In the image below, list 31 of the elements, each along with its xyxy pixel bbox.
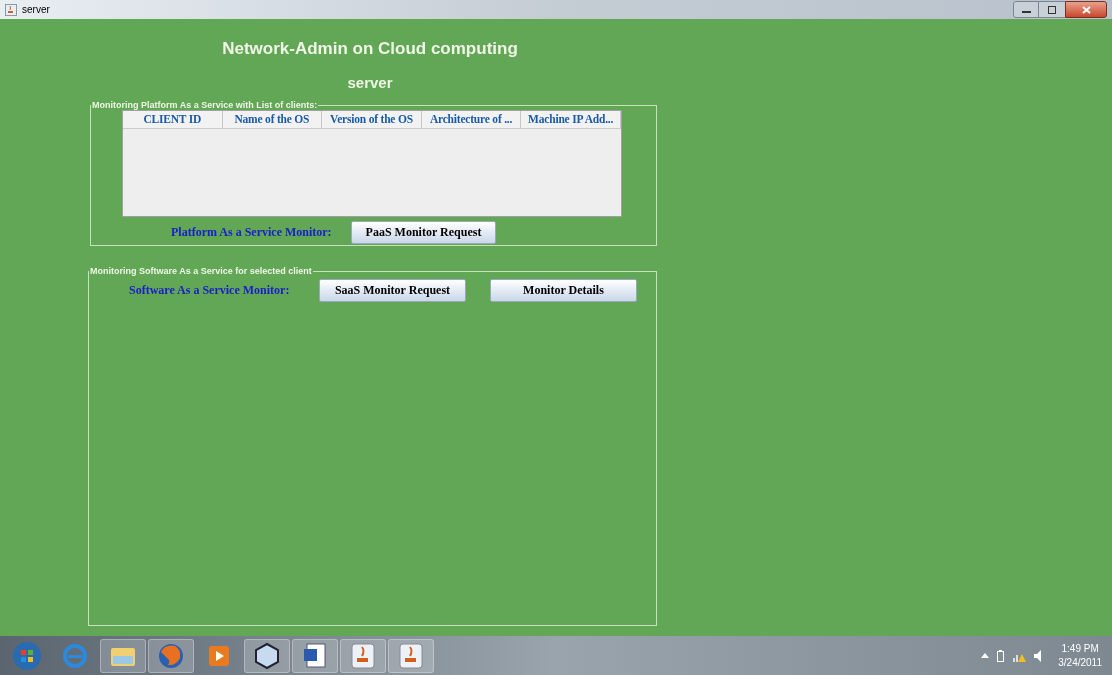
- column-header[interactable]: Name of the OS: [222, 110, 323, 128]
- folder-icon[interactable]: [100, 638, 146, 673]
- monitor-label: Platform As a Service Monitor:: [171, 224, 333, 241]
- coffee-cup-icon[interactable]: [388, 638, 434, 673]
- monitor-button[interactable]: Monitor Details: [490, 278, 637, 302]
- restore-button[interactable]: [1039, 1, 1065, 18]
- clock-date: 3/24/2011: [1058, 655, 1102, 670]
- clock-time: 1:49 PM: [1061, 641, 1099, 656]
- column-header[interactable]: Version of the OS: [322, 110, 422, 128]
- monitor-label: Software As a Service Monitor:: [129, 282, 291, 299]
- fox-globe-icon[interactable]: [148, 638, 194, 673]
- document-icon[interactable]: [292, 638, 338, 673]
- monitor-button[interactable]: SaaS Monitor Request: [319, 278, 466, 302]
- monitor-button[interactable]: PaaS Monitor Request: [351, 220, 496, 244]
- panel-legend: Monitoring Software As a Service for selected client: [89, 265, 313, 279]
- app-subtitle: server: [347, 72, 393, 93]
- panel-legend: Monitoring Platform As a Service with List of clients:: [91, 99, 319, 113]
- battery-icon[interactable]: [997, 649, 1005, 662]
- coffee-cup-icon: [5, 3, 17, 16]
- column-header[interactable]: Machine IP Add...: [521, 110, 621, 128]
- clock[interactable]: 1:49 PM 3/24/2011: [1058, 641, 1102, 670]
- minimize-button[interactable]: [1013, 1, 1039, 18]
- close-button[interactable]: [1065, 1, 1107, 18]
- cube-icon[interactable]: [244, 638, 290, 673]
- app-title: Network-Admin on Cloud computing: [222, 38, 518, 60]
- show-hidden-icon[interactable]: [981, 653, 990, 658]
- column-header[interactable]: Architecture of ...: [421, 110, 522, 128]
- column-header[interactable]: CLIENT ID: [123, 110, 223, 128]
- close-icon: [1081, 5, 1091, 14]
- coffee-cup-icon[interactable]: [340, 638, 386, 673]
- window-title: server: [22, 3, 50, 17]
